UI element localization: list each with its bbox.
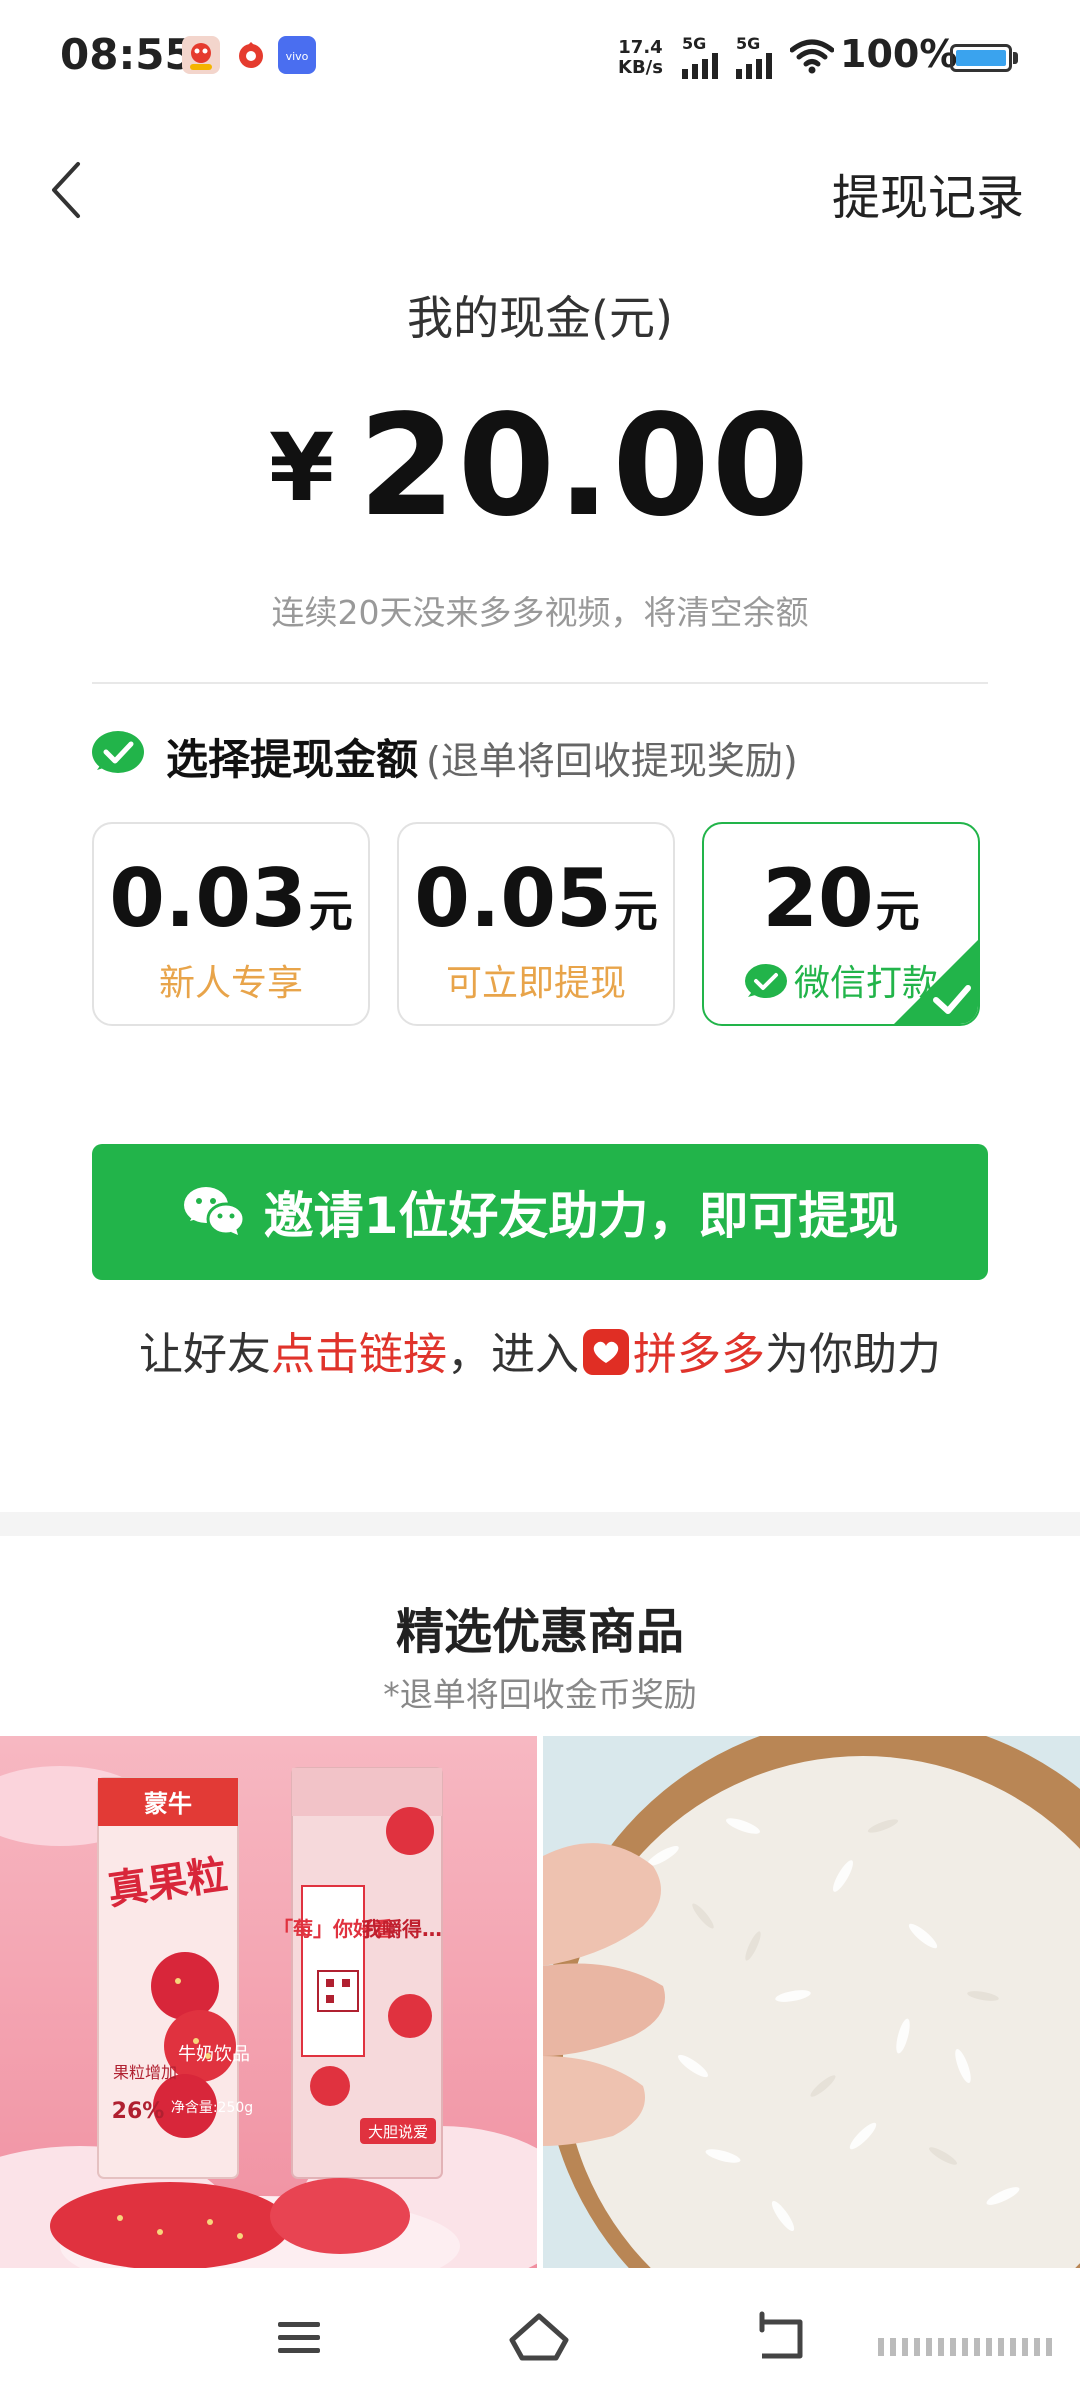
- option-unit: 元: [613, 886, 658, 937]
- cash-amount-value: 20.00: [358, 385, 812, 548]
- products-title: 精选优惠商品: [395, 1604, 684, 1660]
- wechat-icon: [183, 1187, 246, 1236]
- invite-hint-app: 拼多多: [633, 1329, 765, 1380]
- product-percent-text: 26%: [112, 2099, 165, 2124]
- product-pack-text: 牛奶饮品: [178, 2044, 250, 2065]
- pinduoduo-logo-icon: [583, 1329, 629, 1375]
- products-note: *退单将回收金币奖励: [383, 1675, 697, 1714]
- signal-bars-icon: [682, 53, 718, 79]
- strawberry-milk-drink-photo: 蒙牛 真果粒 果粒增加 26% 牛奶饮品 净含量:250g 「莓」你好看 我嚼得…: [0, 1736, 537, 2268]
- invite-friend-button[interactable]: 邀请1位好友助力，即可提现: [92, 1144, 988, 1280]
- withdraw-records-link[interactable]: 提现记录: [832, 158, 1024, 228]
- option-tag: 新人专享: [158, 963, 303, 1004]
- product-fruit-text: 果粒增加: [113, 2063, 177, 2082]
- menu-button[interactable]: [254, 2300, 344, 2376]
- option-value: 0.05: [414, 852, 612, 945]
- invite-hint-part2: ，进入: [447, 1329, 579, 1380]
- divider: [92, 682, 988, 684]
- product-bottom-label-text: 大胆说爱: [368, 2123, 428, 2141]
- battery-icon: [950, 44, 1012, 72]
- invite-hint-link: 点击链接: [271, 1329, 447, 1380]
- cash-amount: ¥20.00: [0, 385, 1080, 548]
- option-value: 20: [762, 852, 874, 945]
- return-icon: [759, 2311, 803, 2359]
- network-speed: 17.4 KB/s: [618, 38, 663, 78]
- option-unit: 元: [308, 886, 353, 937]
- wechat-pay-check-icon: [92, 731, 144, 773]
- watermark-bars: [878, 2338, 1052, 2356]
- option-unit: 元: [875, 886, 920, 937]
- withdraw-option-0.03[interactable]: 0.03元 新人专享: [92, 822, 370, 1026]
- product-card-rice[interactable]: [543, 1736, 1080, 2268]
- svg-text:vivo: vivo: [286, 50, 309, 63]
- option-value: 0.03: [109, 852, 307, 945]
- signal-label: 5G: [736, 34, 761, 53]
- home-icon: [509, 2313, 569, 2361]
- signal-bars-icon: [736, 53, 772, 79]
- status-bar: 08:55 vivo 17.4 KB/s 5G 5G 100%: [0, 0, 1080, 110]
- network-speed-unit: KB/s: [618, 57, 663, 78]
- cash-title: 我的现金(元): [407, 291, 673, 345]
- withdraw-title: 选择提现金额: [166, 735, 419, 784]
- section-separator: [0, 1512, 1080, 1536]
- signal-5g-2: 5G: [736, 34, 776, 79]
- invite-hint: 让好友点击链接，进入 拼多多为你助力: [0, 1318, 1080, 1382]
- product-net-weight-text: 净含量:250g: [171, 2100, 253, 2116]
- option-tag: 可立即提现: [445, 963, 626, 1004]
- battery-percent: 100%: [840, 32, 958, 76]
- signal-5g-1: 5G: [682, 34, 722, 79]
- selected-check-icon: [894, 940, 978, 1024]
- status-time: 08:55: [60, 30, 194, 79]
- red-app-icon: [232, 36, 270, 74]
- wifi-icon: [790, 39, 834, 74]
- battery-tip: [1013, 52, 1018, 64]
- menu-icon: [278, 2322, 320, 2353]
- withdraw-option-20[interactable]: 20元 微信打款: [702, 822, 980, 1026]
- pinduoduo-app-icon: [182, 36, 220, 74]
- home-button[interactable]: [494, 2300, 584, 2376]
- white-rice-in-bowl-photo: [543, 1736, 1080, 2268]
- invite-hint-part3: 为你助力: [765, 1329, 941, 1380]
- currency-symbol: ¥: [268, 414, 335, 523]
- withdraw-option-0.05[interactable]: 0.05元 可立即提现: [397, 822, 675, 1026]
- back-button[interactable]: [40, 150, 100, 230]
- chevron-left-icon: [52, 162, 80, 218]
- withdraw-section-title: 选择提现金额 (退单将回收提现奖励): [166, 726, 798, 787]
- product-brand-text: 蒙牛: [144, 1790, 192, 1818]
- wechat-pay-icon: [744, 964, 787, 998]
- vivo-icon: vivo: [278, 36, 316, 74]
- product-sub-slogan-text: 我嚼得…: [362, 1917, 442, 1941]
- invite-hint-part1: 让好友: [139, 1329, 271, 1380]
- signal-label: 5G: [682, 34, 707, 53]
- cash-expiry-warning: 连续20天没来多多视频，将清空余额: [271, 593, 809, 632]
- withdraw-note: (退单将回收提现奖励): [426, 739, 798, 783]
- invite-button-label: 邀请1位好友助力，即可提现: [263, 1187, 899, 1245]
- network-speed-value: 17.4: [618, 37, 663, 58]
- product-card-strawberry-milk[interactable]: 蒙牛 真果粒 果粒增加 26% 牛奶饮品 净含量:250g 「莓」你好看 我嚼得…: [0, 1736, 537, 2268]
- return-button[interactable]: [736, 2300, 826, 2376]
